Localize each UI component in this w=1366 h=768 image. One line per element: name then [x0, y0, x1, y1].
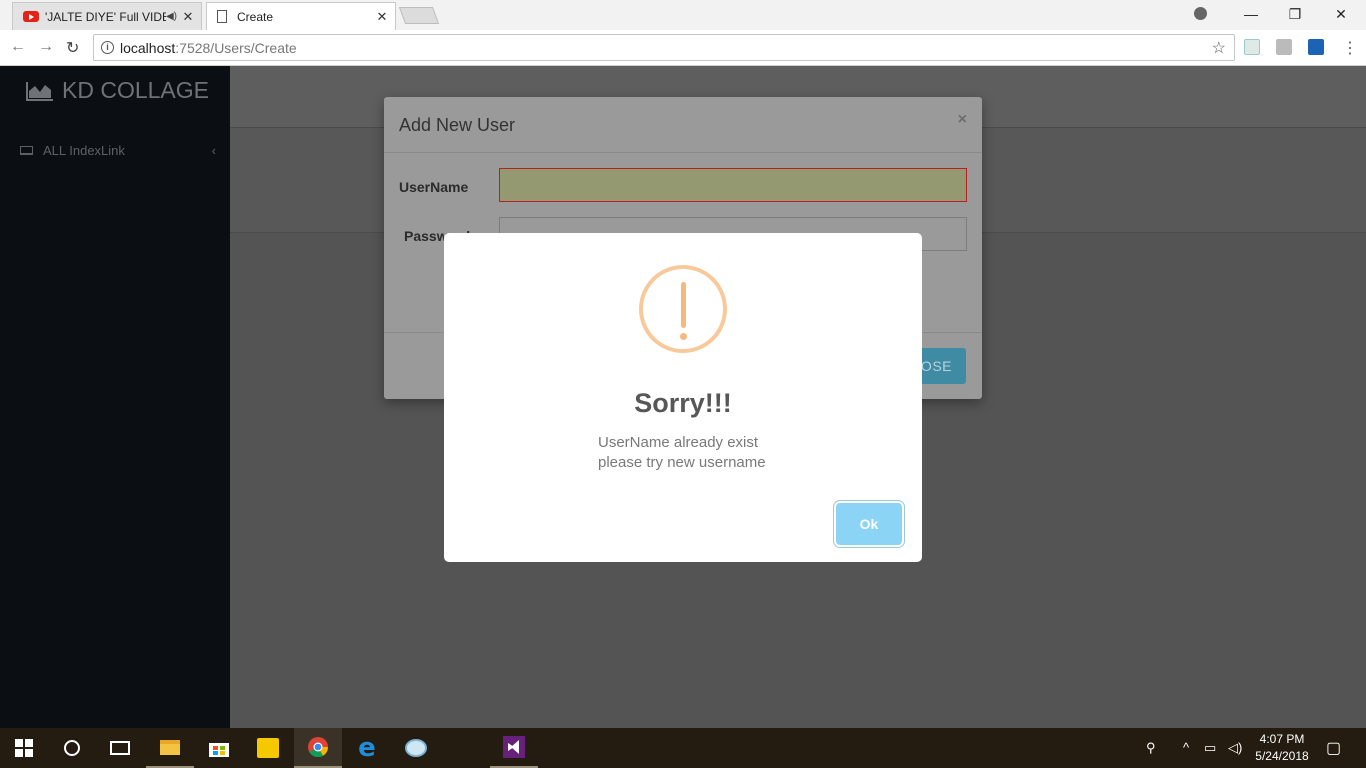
bookmark-star-icon[interactable]: ☆ [1212, 38, 1226, 58]
brand[interactable]: KD COLLAGE [26, 77, 209, 104]
alert-dialog: Sorry!!! UserName already exist please t… [444, 233, 922, 562]
task-view-button[interactable] [96, 728, 144, 768]
page-icon [217, 10, 227, 23]
chevron-up-icon[interactable]: ^ [1183, 740, 1189, 755]
start-button[interactable] [0, 728, 48, 768]
edge-button[interactable]: e [343, 728, 391, 768]
restore-icon[interactable]: ❐ [1272, 0, 1318, 28]
modal-title: Add New User [399, 115, 516, 135]
file-explorer-button[interactable] [146, 728, 194, 768]
new-tab-button[interactable] [398, 7, 440, 24]
back-icon[interactable]: ← [10, 38, 26, 56]
area-chart-icon [26, 81, 53, 101]
reload-icon[interactable]: ↻ [66, 38, 79, 58]
tab-strip: 'JALTE DIYE' Full VIDEO ◀) ✕ Create ✕ — … [0, 0, 1366, 30]
player-button[interactable] [244, 728, 292, 768]
extension-icon[interactable] [1244, 39, 1260, 55]
search-blue-extension-icon[interactable] [1308, 39, 1324, 55]
info-icon[interactable]: i [101, 41, 114, 54]
brand-name: KD COLLAGE [62, 77, 209, 103]
tab-youtube[interactable]: 'JALTE DIYE' Full VIDEO ◀) ✕ [12, 2, 202, 30]
taskbar: e ⚲ ^ ▭ ◁) 4:07 PM 5/24/2018 ▢ [0, 728, 1366, 768]
visual-studio-icon [503, 736, 525, 758]
modal-close-icon[interactable]: × [958, 111, 967, 129]
notification-icon[interactable]: ▢ [1326, 738, 1341, 758]
tab-close-icon[interactable]: ✕ [375, 9, 389, 25]
laptop-icon [20, 146, 33, 155]
tab-create[interactable]: Create ✕ [206, 2, 396, 30]
sidebar-item-label: ALL IndexLink [43, 143, 125, 158]
network-icon[interactable]: ▭ [1204, 740, 1216, 756]
window-close-icon[interactable]: ✕ [1318, 0, 1364, 28]
people-icon[interactable]: ⚲ [1146, 740, 1156, 756]
cortana-button[interactable] [48, 728, 96, 768]
sidebar-item-all-indexlink[interactable]: ALL IndexLink ‹ [20, 143, 220, 158]
volume-icon[interactable]: ◁) [1228, 740, 1242, 756]
url-path: :7528/Users/Create [175, 39, 297, 56]
tab-close-icon[interactable]: ✕ [181, 9, 195, 25]
username-label: UserName [399, 179, 469, 195]
alert-message: UserName already exist please try new us… [598, 433, 798, 473]
search-circle-icon [64, 740, 80, 756]
sidebar: KD COLLAGE ALL IndexLink ‹ [0, 66, 230, 728]
task-view-icon [110, 741, 130, 755]
store-button[interactable] [195, 728, 243, 768]
paint-button[interactable] [392, 728, 440, 768]
paint-icon [405, 739, 427, 757]
tab-title: Create [237, 9, 274, 24]
minimize-icon[interactable]: — [1228, 0, 1274, 28]
clock[interactable]: 4:07 PM 5/24/2018 [1252, 731, 1312, 765]
clock-date: 5/24/2018 [1255, 749, 1309, 763]
speaker-icon[interactable]: ◀) [166, 11, 177, 22]
ok-button[interactable]: Ok [836, 503, 902, 545]
visual-studio-button[interactable] [490, 728, 538, 768]
alert-message-line1: UserName already exist [598, 434, 759, 451]
windows-icon [15, 739, 33, 757]
youtube-icon [23, 11, 39, 22]
alert-message-line2: please try new username [598, 454, 766, 471]
address-bar[interactable]: i localhost:7528/Users/Create ☆ [93, 34, 1235, 61]
chevron-left-icon: ‹ [211, 143, 216, 158]
alert-title: Sorry!!! [634, 388, 732, 418]
chrome-button[interactable] [294, 728, 342, 768]
folder-icon [160, 739, 180, 755]
forward-icon[interactable]: → [38, 38, 54, 56]
tab-title: 'JALTE DIYE' Full VIDEO [45, 9, 166, 24]
player-icon [257, 738, 279, 758]
url-host: localhost [120, 39, 176, 56]
menu-icon[interactable]: ⋮ [1342, 38, 1358, 58]
clock-time: 4:07 PM [1259, 732, 1305, 746]
browser-toolbar: ← → ↻ i localhost:7528/Users/Create ☆ ⋮ [0, 30, 1366, 66]
profile-icon[interactable] [1194, 7, 1207, 20]
search-extension-icon[interactable] [1276, 39, 1292, 55]
modal-header: Add New User × [384, 97, 982, 153]
chrome-icon [308, 737, 329, 758]
warning-icon [639, 265, 727, 353]
store-icon [209, 743, 229, 757]
edge-icon: e [358, 733, 376, 763]
username-input[interactable] [499, 168, 967, 202]
